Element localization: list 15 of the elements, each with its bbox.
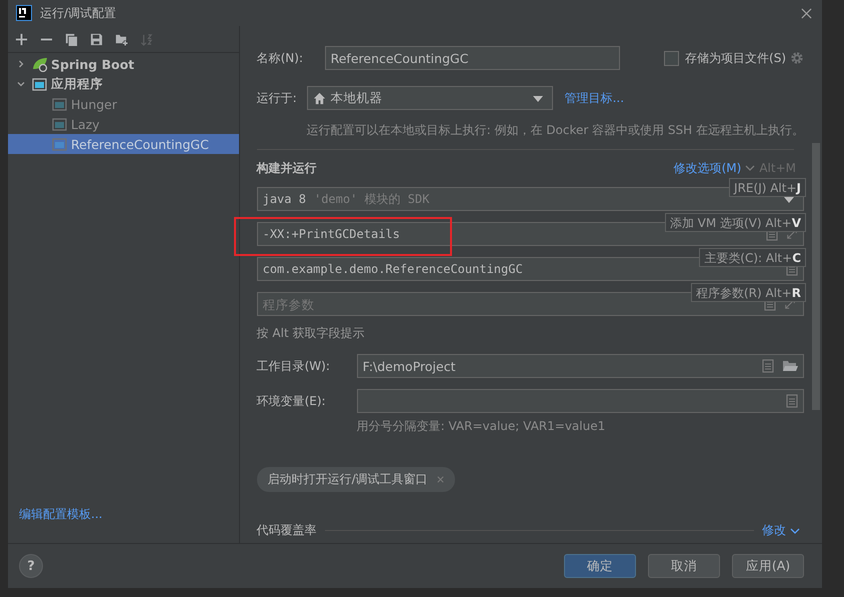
environment-variables-label: 环境变量(E):	[256, 392, 327, 410]
coverage-section-title: 代码覆盖率	[256, 522, 317, 539]
section-title: 构建并运行	[256, 160, 317, 176]
shortcut-tooltip: JRE(J) Alt+J	[729, 178, 806, 197]
working-directory-label: 工作目录(W):	[256, 358, 331, 374]
store-checkbox-label: 存储为项目文件(S)	[685, 50, 786, 66]
shortcut-tooltip: 程序参数(R) Alt+R	[690, 283, 806, 302]
window-title: 运行/调试配置	[40, 4, 116, 22]
run-on-label: 运行于:	[256, 90, 298, 106]
shortcut-tooltip: 添加 VM 选项(V) Alt+V	[664, 213, 806, 232]
alt-hint: 按 Alt 获取字段提示	[256, 325, 366, 342]
name-label: 名称(N):	[256, 50, 304, 66]
shortcut-tooltip: 主要类(C): Alt+C	[699, 248, 806, 267]
run-on-hint: 运行配置可以在本地或目标上执行: 例如，在 Docker 容器中或使用 SSH 在远程主机上执行。	[306, 122, 804, 139]
environment-variables-hint: 用分号分隔变量: VAR=value; VAR1=value1	[356, 418, 606, 435]
